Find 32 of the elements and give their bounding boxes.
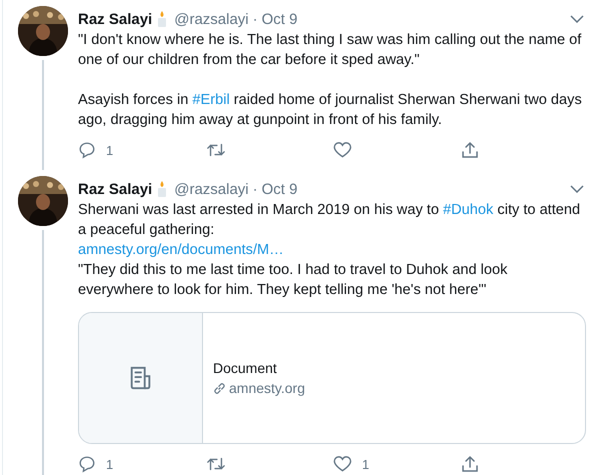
heart-icon[interactable] bbox=[333, 141, 352, 159]
reply-icon[interactable] bbox=[78, 141, 96, 159]
reply-icon[interactable] bbox=[78, 455, 96, 473]
action-count: 1 bbox=[106, 456, 114, 472]
retweet-icon[interactable] bbox=[206, 455, 226, 473]
action-count: 1 bbox=[106, 142, 114, 158]
url-link[interactable]: amnesty.org/en/documents/M… bbox=[78, 242, 284, 258]
tweet-date[interactable]: Oct 9 bbox=[262, 180, 298, 198]
user-handle[interactable]: @razsalayi bbox=[174, 180, 249, 198]
caret-icon[interactable] bbox=[570, 185, 584, 193]
link-icon bbox=[213, 382, 226, 394]
display-name[interactable]: Raz Salayi bbox=[78, 10, 152, 28]
link-card[interactable]: Document amnesty.org bbox=[78, 312, 586, 444]
action-count: 1 bbox=[362, 456, 370, 472]
caret-icon[interactable] bbox=[570, 15, 584, 23]
candle-icon bbox=[156, 180, 168, 198]
separator: · bbox=[252, 180, 258, 198]
hashtag-link[interactable]: #Erbil bbox=[192, 92, 230, 108]
separator: · bbox=[252, 10, 258, 28]
retweet-icon[interactable] bbox=[206, 141, 226, 159]
user-handle[interactable]: @razsalayi bbox=[174, 10, 249, 28]
card-domain: amnesty.org bbox=[229, 380, 305, 396]
display-name[interactable]: Raz Salayi bbox=[78, 180, 152, 198]
tweet-date[interactable]: Oct 9 bbox=[262, 10, 298, 28]
card-title: Document bbox=[213, 360, 278, 376]
heart-icon[interactable] bbox=[333, 455, 352, 473]
share-icon[interactable] bbox=[460, 141, 478, 159]
candle-icon bbox=[156, 10, 168, 28]
tweet-text: Sherwani was last arrested in March 2019 on his way to #Duhok city to attend a peaceful gathering: amnesty.org/en/documents/M… "They did this to me last time too. I had to travel to Duhok and look everywhere to look for him. They kept telling me 'he's not here'" bbox=[78, 201, 582, 300]
tweet-text: "I don't know where he is. The last thing I saw was him calling out the name of one of our children from the car before it sped away." Asayish forces in #Erbil raided home of journalist Sherwan Sherwani two days ago, dragging him away at gunpoint in front of his family. bbox=[78, 31, 583, 130]
hashtag-link[interactable]: #Duhok bbox=[443, 202, 494, 218]
share-icon[interactable] bbox=[460, 455, 478, 473]
